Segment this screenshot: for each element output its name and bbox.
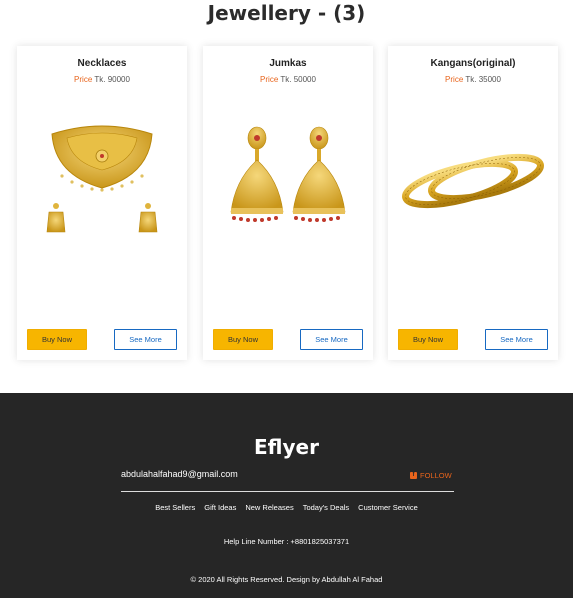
jumka-earrings-image — [230, 126, 346, 222]
see-more-button[interactable]: See More — [485, 329, 548, 350]
product-name: Necklaces — [77, 58, 127, 69]
footer-logo[interactable]: Eflyer — [0, 435, 573, 459]
product-card: Necklaces Price Tk. 90000 Buy Now See Mo… — [17, 46, 187, 360]
site-footer: Eflyer abdulahalfahad9@gmail.com f FOLLO… — [0, 393, 573, 598]
product-name: Kangans(original) — [430, 58, 516, 69]
product-name: Jumkas — [269, 58, 307, 69]
product-card: Kangans(original) Price Tk. 35000 Buy No… — [388, 46, 558, 360]
buy-now-button[interactable]: Buy Now — [27, 329, 87, 350]
footer-link-gift-ideas[interactable]: Gift Ideas — [204, 503, 236, 512]
price-value: Tk. 35000 — [465, 75, 501, 84]
see-more-button[interactable]: See More — [300, 329, 363, 350]
follow-link[interactable]: f FOLLOW — [410, 471, 452, 480]
buy-now-button[interactable]: Buy Now — [213, 329, 273, 350]
footer-link-new-releases[interactable]: New Releases — [245, 503, 293, 512]
price-value: Tk. 90000 — [94, 75, 130, 84]
follow-label: FOLLOW — [420, 471, 452, 480]
helpline-text: Help Line Number : +8801825037371 — [223, 537, 350, 546]
bangles-image — [402, 153, 544, 209]
product-card: Jumkas Price Tk. 50000 Buy Now See More — [203, 46, 373, 360]
price-label: Price — [445, 75, 464, 84]
product-price: Price Tk. 50000 — [203, 75, 373, 84]
footer-nav: Best Sellers Gift Ideas New Releases Tod… — [0, 503, 573, 512]
footer-divider — [121, 491, 454, 492]
product-price: Price Tk. 35000 — [388, 75, 558, 84]
footer-email[interactable]: abdulahalfahad9@gmail.com — [121, 469, 238, 479]
price-label: Price — [260, 75, 279, 84]
buy-now-button[interactable]: Buy Now — [398, 329, 458, 350]
price-label: Price — [74, 75, 93, 84]
necklace-image — [46, 125, 158, 233]
product-price: Price Tk. 90000 — [17, 75, 187, 84]
copyright-text: © 2020 All Rights Reserved. Design by Ab… — [190, 575, 383, 584]
product-grid: Necklaces Price Tk. 90000 Buy Now See Mo… — [0, 46, 573, 360]
footer-link-best-sellers[interactable]: Best Sellers — [155, 503, 195, 512]
price-value: Tk. 50000 — [280, 75, 316, 84]
footer-link-todays-deals[interactable]: Today's Deals — [303, 503, 349, 512]
page-title: Jewellery - (3) — [207, 1, 366, 25]
see-more-button[interactable]: See More — [114, 329, 177, 350]
facebook-icon: f — [410, 472, 417, 479]
footer-link-customer-service[interactable]: Customer Service — [358, 503, 418, 512]
